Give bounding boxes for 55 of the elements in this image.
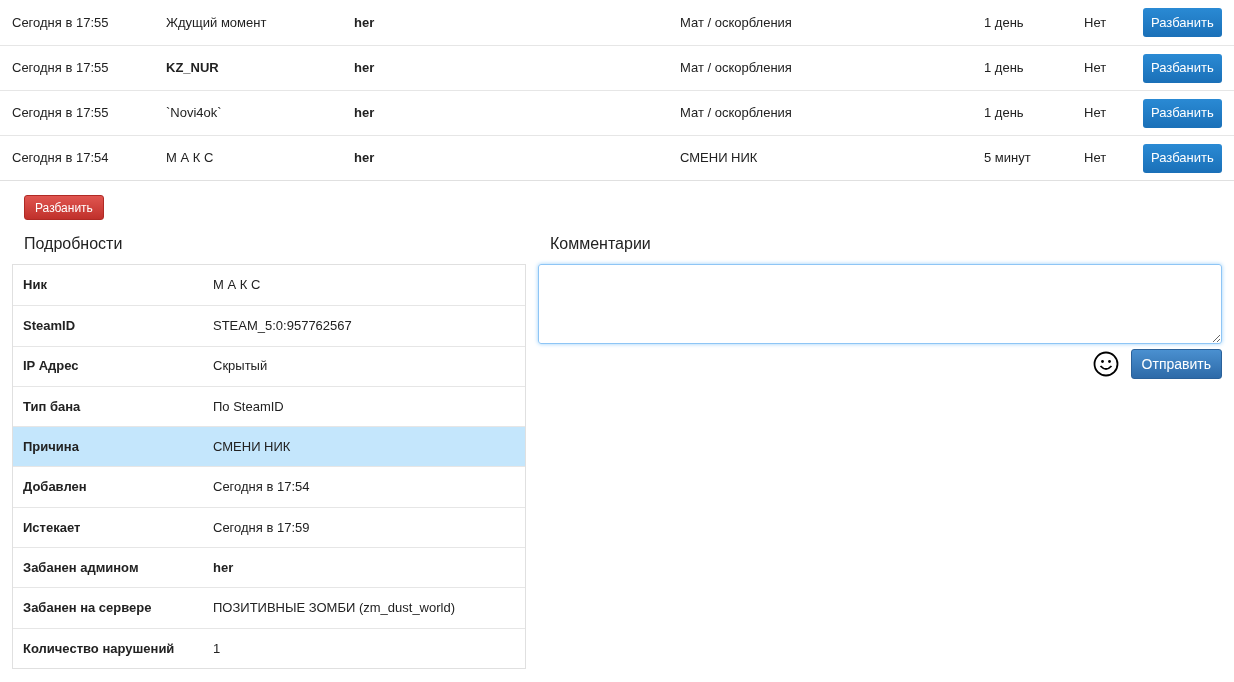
table-row[interactable]: Причина СМЕНИ НИК xyxy=(13,426,525,467)
table-cell-text: Истекает xyxy=(22,518,82,537)
table-cell-text: Добавлен xyxy=(22,478,88,497)
table-cell-text: Сегодня в 17:55 xyxy=(11,59,110,78)
table-cell-text: SteamID xyxy=(22,317,77,336)
table-cell-text: Причина xyxy=(22,438,80,457)
table-cell-text: her xyxy=(213,558,235,577)
table-cell-text: Мат / оскорбления xyxy=(680,104,793,123)
table-cell-text: Количество нарушений xyxy=(22,639,176,658)
table-cell-text: her xyxy=(354,104,376,123)
comment-field[interactable] xyxy=(538,264,1222,344)
table-cell-text: М А К С xyxy=(166,149,215,168)
table-cell-text: По SteamID xyxy=(213,397,285,416)
table-cell-text: Забанен на сервере xyxy=(22,599,153,618)
table-cell-text: 5 минут xyxy=(984,149,1032,168)
send-button[interactable]: Отправить xyxy=(1130,349,1222,379)
section-heading: Подробности xyxy=(23,234,124,254)
table-cell-text: Нет xyxy=(1084,149,1108,168)
table-cell-text: М А К С xyxy=(213,276,262,295)
table-cell-text: Ник xyxy=(22,276,48,295)
table-cell-text: Нет xyxy=(1084,59,1108,78)
unban-button[interactable]: Разбанить xyxy=(1143,98,1222,128)
table-cell-text: СМЕНИ НИК xyxy=(680,149,759,168)
table-cell-text: her xyxy=(354,149,376,168)
table-cell-text: Мат / оскорбления xyxy=(680,59,793,78)
table-cell-text: KZ_NUR xyxy=(166,59,220,78)
table-cell-text: Нет xyxy=(1084,13,1108,32)
smiley-icon[interactable] xyxy=(1092,351,1119,377)
table-cell-text: 1 день xyxy=(984,104,1025,123)
table-cell-text: IP Адрес xyxy=(22,357,80,376)
table-cell-text: Тип бана xyxy=(22,397,82,416)
section-heading: Комментарии xyxy=(549,234,652,254)
unban-button[interactable]: Разбанить xyxy=(1143,143,1222,173)
unban-button[interactable]: Разбанить xyxy=(1143,8,1222,37)
table-cell-text: Сегодня в 17:59 xyxy=(213,518,311,537)
table-cell-text: 1 день xyxy=(984,13,1025,32)
table-cell-text: STEAM_5:0:957762567 xyxy=(213,317,353,336)
table-cell-text: Сегодня в 17:55 xyxy=(11,13,110,32)
table-cell-text: Мат / оскорбления xyxy=(680,13,793,32)
unban-button[interactable]: Разбанить xyxy=(24,195,104,220)
table-cell-text: Сегодня в 17:55 xyxy=(11,104,110,123)
table-cell-text: 1 xyxy=(213,639,222,658)
table-cell-text: Забанен админом xyxy=(22,558,140,577)
table-cell-text: Сегодня в 17:54 xyxy=(11,149,110,168)
table-cell-text: ПОЗИТИВНЫЕ ЗОМБИ (zm_dust_world) xyxy=(213,599,456,618)
table-cell-text: her xyxy=(354,13,376,32)
table-cell-text: СМЕНИ НИК xyxy=(213,438,292,457)
table-cell-text: Ждущий момент xyxy=(166,13,268,32)
table-cell-text: Сегодня в 17:54 xyxy=(213,478,311,497)
table-cell-text: `Novi4ok` xyxy=(166,104,223,123)
table-cell-text: Нет xyxy=(1084,104,1108,123)
table-cell-text: Скрытый xyxy=(213,357,269,376)
table-cell-text: 1 день xyxy=(984,59,1025,78)
table-cell-text: her xyxy=(354,59,376,78)
unban-button[interactable]: Разбанить xyxy=(1143,53,1222,83)
